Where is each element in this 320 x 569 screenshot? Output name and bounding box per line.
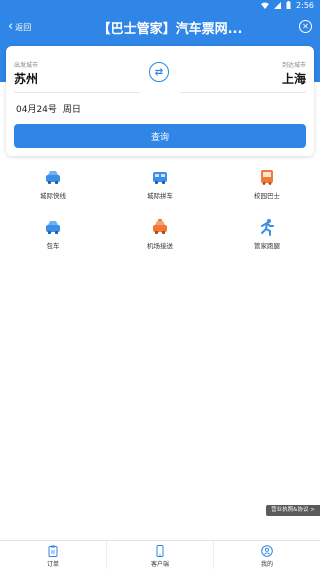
- wifi-icon: [261, 2, 270, 11]
- phone-icon: [156, 545, 164, 557]
- service-errand[interactable]: 管家跑腿: [214, 214, 320, 256]
- service-label: 管家跑腿: [254, 242, 280, 250]
- service-label: 包车: [46, 242, 60, 250]
- from-city[interactable]: 苏州: [14, 70, 38, 87]
- search-button[interactable]: 查询: [14, 124, 306, 148]
- status-time: 2:56: [296, 1, 314, 10]
- to-city[interactable]: 上海: [282, 70, 306, 87]
- from-city-label: 出发城市: [14, 62, 39, 69]
- taxi-icon: [153, 219, 167, 235]
- page-title: 【巴士管家】汽车票网...: [97, 22, 243, 37]
- service-label: 城际快线: [40, 192, 66, 200]
- tab-mine[interactable]: 我的: [214, 541, 320, 569]
- tab-label: 订单: [46, 561, 59, 568]
- service-intercity-carpool[interactable]: 城际拼车: [107, 164, 213, 206]
- chevron-left-icon: ‹: [8, 18, 14, 34]
- tab-label: 客户端: [150, 561, 169, 568]
- close-button[interactable]: ✕: [299, 20, 312, 33]
- back-button[interactable]: ‹ 返回: [8, 20, 31, 34]
- clipboard-icon: [48, 545, 58, 557]
- divider: [180, 92, 306, 93]
- top-bar: ‹ 返回 【巴士管家】汽车票网... ✕: [0, 12, 320, 42]
- service-intercity-express[interactable]: 城际快线: [0, 164, 106, 206]
- battery-icon: [286, 1, 291, 11]
- runner-icon: [261, 219, 274, 236]
- van-icon: [153, 172, 167, 185]
- service-label: 校园巴士: [254, 192, 280, 200]
- close-icon: ✕: [302, 21, 309, 31]
- swap-cities-button[interactable]: ⇄: [149, 62, 169, 82]
- swap-icon: ⇄: [154, 66, 164, 78]
- tab-label: 我的: [260, 561, 273, 568]
- date-value: 04月24号: [16, 105, 57, 115]
- car-icon: [46, 171, 60, 185]
- search-card: 出发城市 苏州 ⇄ 到达城市 上海 04月24号 周日 查询: [6, 46, 314, 156]
- service-charter[interactable]: 包车: [0, 214, 106, 256]
- to-city-label: 到达城市: [281, 62, 306, 69]
- tab-client[interactable]: 客户端: [107, 541, 214, 569]
- bus-icon: [261, 170, 273, 185]
- weekday-value: 周日: [62, 105, 81, 115]
- service-label: 机场接送: [147, 242, 173, 250]
- car-icon: [46, 221, 60, 235]
- status-bar: 2:56: [0, 0, 320, 12]
- bottom-tab-bar: 订单 客户端 我的: [0, 540, 320, 569]
- user-icon: [261, 545, 273, 557]
- service-label: 城际拼车: [147, 192, 173, 200]
- license-agreement-link[interactable]: 营业执照&协议 >: [266, 505, 320, 516]
- service-airport-transfer[interactable]: 机场接送: [107, 214, 213, 256]
- tab-orders[interactable]: 订单: [0, 541, 107, 569]
- back-label: 返回: [15, 22, 32, 32]
- service-campus-bus[interactable]: 校园巴士: [214, 164, 320, 206]
- divider: [14, 92, 140, 93]
- departure-date[interactable]: 04月24号 周日: [16, 102, 81, 115]
- signal-icon: [274, 1, 282, 11]
